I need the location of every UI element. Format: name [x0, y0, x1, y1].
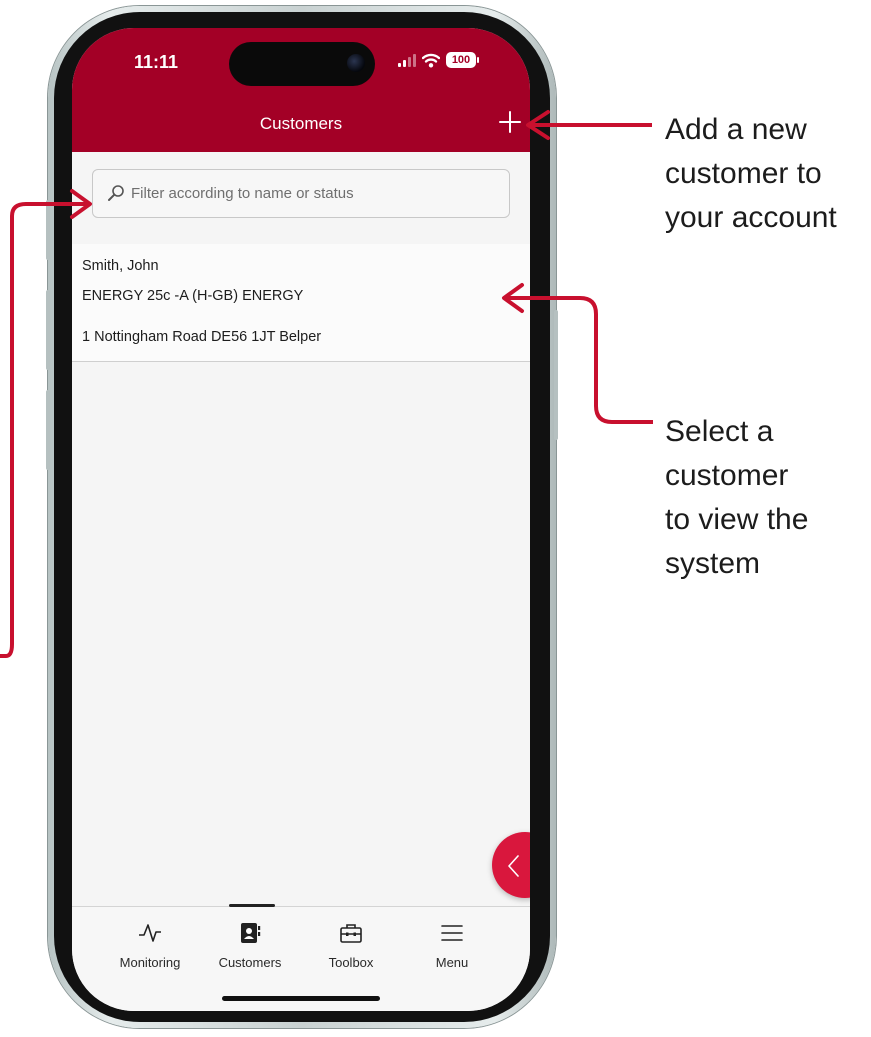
plus-icon: [499, 111, 521, 133]
home-indicator: [222, 996, 380, 1001]
app-header: 11:11 100 Customers: [72, 28, 530, 152]
wifi-icon: [422, 53, 440, 68]
side-button-left-2: [46, 290, 50, 370]
tab-menu[interactable]: Menu: [402, 921, 502, 970]
tab-label: Customers: [218, 955, 282, 970]
search-box[interactable]: [92, 169, 510, 218]
annotation-select-customer: Select a customer to view the system: [665, 410, 808, 586]
tab-label: Menu: [435, 955, 469, 970]
phone-screen: 11:11 100 Customers Filter according to …: [72, 28, 530, 1011]
customer-list-item[interactable]: Smith, John ENERGY 25c -A (H-GB) ENERGY …: [72, 244, 530, 362]
chevron-left-icon: [508, 855, 519, 877]
hamburger-icon: [441, 925, 463, 941]
tab-label: Monitoring: [119, 955, 181, 970]
annotation-line: your account: [665, 201, 837, 234]
tab-toolbox[interactable]: Toolbox: [301, 921, 401, 970]
battery-tip: [477, 57, 479, 63]
annotation-line: customer to: [665, 157, 822, 190]
status-time: 11:11: [134, 52, 179, 72]
annotation-line: Add a new: [665, 113, 807, 146]
customer-address: 1 Nottingham Road DE56 1JT Belper: [82, 329, 322, 345]
pulse-icon: [139, 924, 161, 942]
search-icon: [108, 185, 124, 201]
side-button-right: [554, 310, 558, 440]
page-title: Customers: [259, 114, 343, 133]
battery-icon: 100: [446, 52, 476, 68]
tab-customers[interactable]: Customers: [200, 921, 300, 970]
annotation-line: system: [665, 547, 761, 580]
status-icons: 100: [398, 52, 479, 68]
camera-icon: [347, 54, 365, 72]
annotation-add-customer: Add a new customer to your account: [665, 108, 837, 240]
side-button-left-1: [46, 200, 50, 260]
contacts-icon: [241, 923, 261, 943]
customer-device: ENERGY 25c -A (H-GB) ENERGY: [82, 288, 304, 304]
tab-label: Toolbox: [328, 955, 374, 970]
toolbox-icon: [340, 924, 362, 943]
tab-monitoring[interactable]: Monitoring: [100, 921, 200, 970]
side-button-left-3: [46, 390, 50, 470]
search-input[interactable]: [131, 170, 501, 217]
annotation-line: to view the: [665, 503, 809, 536]
annotation-line: Select a: [665, 415, 774, 448]
customer-name: Smith, John: [82, 258, 159, 274]
annotation-line: customer: [665, 459, 789, 492]
collapse-fab-button[interactable]: [492, 832, 530, 898]
add-customer-button[interactable]: [496, 108, 524, 136]
active-tab-indicator: [229, 904, 275, 907]
signal-icon: [398, 53, 416, 67]
